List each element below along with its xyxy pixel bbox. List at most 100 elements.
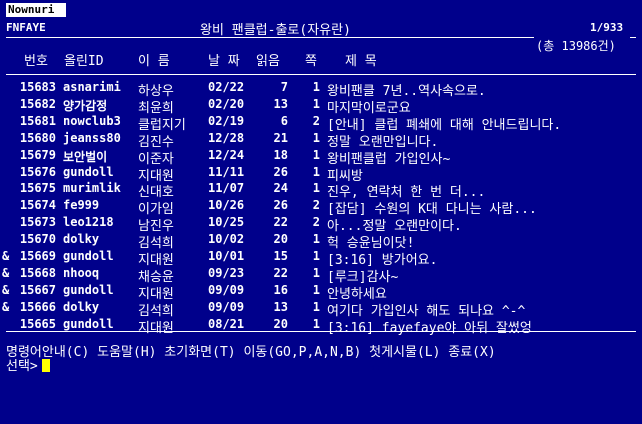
post-date: 09/23 (208, 265, 245, 280)
reply-flag: & (2, 299, 10, 314)
top-divider (6, 37, 534, 38)
author-id: 양가감정 (63, 98, 108, 113)
command-menu[interactable]: 명령어안내(C) 도움말(H) 초기화면(T) 이동(GO,P,A,N,B) 첫… (6, 341, 496, 360)
post-row[interactable]: 15683 asnarimi 하상우 02/22 7 1 왕비팬클 7년..역사속으로. (0, 80, 642, 99)
post-date: 09/09 (208, 282, 245, 297)
post-number: 15668 (19, 265, 56, 280)
col-id: 올린ID (64, 54, 104, 69)
post-row[interactable]: 15673 leo1218 남진우 10/25 22 2 아...정말 오랜만이다. (0, 215, 642, 234)
text-cursor[interactable] (41, 359, 50, 372)
read-count: 20 (273, 316, 288, 331)
read-count: 16 (273, 282, 288, 297)
board-title: 왕비 팬클럽-출로(자유란) (200, 23, 351, 38)
col-read: 읽음 (256, 54, 280, 69)
post-number: 15674 (19, 198, 56, 213)
col-subject: 제 목 (345, 54, 377, 69)
page-count: 1 (312, 164, 320, 179)
page-count: 1 (312, 299, 320, 314)
author-id: gundoll (63, 249, 114, 263)
reply-flag: & (2, 282, 10, 297)
read-count: 26 (273, 164, 288, 179)
post-row[interactable]: & 15668 nhooq 채승윤 09/23 22 1 [루크]감사~ (0, 265, 642, 285)
post-row[interactable]: 15675 murimlik 신대호 11/07 24 1 진우, 연락처 한 번 더... (0, 181, 642, 200)
page-count: 1 (312, 80, 320, 94)
author-id: murimlik (63, 181, 121, 196)
post-number: 15680 (19, 130, 56, 145)
read-count: 6 (280, 113, 288, 128)
read-count: 13 (273, 96, 288, 111)
read-count: 26 (273, 198, 288, 213)
post-row[interactable]: 15680 jeanss80 김진수 12/28 21 1 정말 오랜만입니다. (0, 130, 642, 150)
page-count: 1 (312, 96, 320, 111)
post-number: 15669 (19, 249, 56, 263)
read-count: 7 (280, 80, 288, 94)
read-count: 22 (273, 215, 288, 230)
post-row[interactable]: 15670 dolky 김석희 10/02 20 1 헉 승윤님이닷! (0, 232, 642, 251)
post-number: 15679 (19, 147, 56, 162)
col-no: 번호 (24, 54, 48, 69)
read-count: 15 (273, 249, 288, 263)
post-row[interactable]: & 15669 gundoll 지대원 10/01 15 1 [3:16] 방가어요. (0, 249, 642, 268)
author-name: 지대원 (138, 320, 174, 336)
post-date: 12/24 (208, 147, 245, 162)
post-number: 15682 (19, 96, 56, 111)
read-count: 22 (273, 265, 288, 280)
post-date: 10/02 (208, 232, 245, 247)
top-divider-right (630, 37, 636, 38)
post-number: 15676 (19, 164, 56, 179)
total-count: (총 13986건) (536, 39, 616, 53)
post-date: 11/11 (208, 164, 245, 179)
author-id: nowclub3 (63, 113, 121, 128)
post-date: 11/07 (208, 181, 245, 196)
post-date: 08/21 (208, 316, 245, 331)
post-row[interactable]: 15676 gundoll 지대원 11/11 26 1 피씨방 (0, 164, 642, 184)
post-number: 15681 (19, 113, 56, 128)
post-date: 10/01 (208, 249, 245, 263)
post-row[interactable]: 15679 보안벌이 이준자 12/24 18 1 왕비팬클럽 가입인사~ (0, 147, 642, 167)
author-id: 보안벌이 (63, 149, 108, 164)
read-count: 20 (273, 232, 288, 247)
page-count: 1 (312, 181, 320, 196)
read-count: 18 (273, 147, 288, 162)
page-indicator: 1/933 (590, 21, 624, 34)
page-count: 1 (312, 282, 320, 297)
col-pages: 쪽 (305, 54, 317, 69)
header-divider (6, 74, 636, 75)
reply-flag: & (2, 265, 10, 280)
page-count: 2 (312, 215, 320, 230)
page-count: 1 (312, 147, 320, 162)
page-count: 1 (312, 130, 320, 145)
post-row[interactable]: 15681 nowclub3 클럽지기 02/19 6 2 [안내] 클럽 폐쇄에 대해 안… (0, 113, 642, 133)
page-count: 1 (312, 265, 320, 280)
post-row[interactable]: & 15666 dolky 김석희 09/09 13 1 여기다 가입인사 해도 되나요 ^-… (0, 299, 642, 319)
read-count: 24 (273, 181, 288, 196)
post-date: 02/22 (208, 80, 245, 94)
author-id: gundoll (63, 164, 114, 179)
col-name: 이 름 (138, 54, 170, 69)
post-date: 12/28 (208, 130, 245, 145)
post-date: 02/19 (208, 113, 245, 128)
page-count: 1 (312, 316, 320, 331)
bottom-divider (6, 331, 636, 332)
author-id: asnarimi (63, 80, 121, 94)
post-row[interactable]: 15674 fe999 이가임 10/26 26 2 [잡담] 수원의 K대 다니는 사람.… (0, 198, 642, 217)
command-prompt[interactable]: 선택> (6, 355, 50, 374)
reply-flag: & (2, 249, 10, 263)
page-count: 2 (312, 198, 320, 213)
author-id: jeanss80 (63, 130, 121, 145)
prompt-label: 선택> (6, 359, 38, 374)
author-id: nhooq (63, 265, 100, 280)
post-row[interactable]: 15682 양가감정 최윤희 02/20 13 1 마지막이로군요 (0, 96, 642, 116)
post-row[interactable]: & 15667 gundoll 지대원 09/09 16 1 안녕하세요 (0, 282, 642, 302)
author-id: leo1218 (63, 215, 114, 230)
author-id: dolky (63, 232, 100, 247)
forum-code: FNFAYE (6, 21, 46, 34)
post-subject: [3:16] fayefaye야 아뒤 잘썼엉 (327, 320, 532, 336)
post-number: 15675 (19, 181, 56, 196)
post-number: 15667 (19, 282, 56, 297)
post-number: 15673 (19, 215, 56, 230)
window-title: Nownuri (6, 3, 66, 17)
post-date: 09/09 (208, 299, 245, 314)
read-count: 13 (273, 299, 288, 314)
author-id: gundoll (63, 316, 114, 331)
